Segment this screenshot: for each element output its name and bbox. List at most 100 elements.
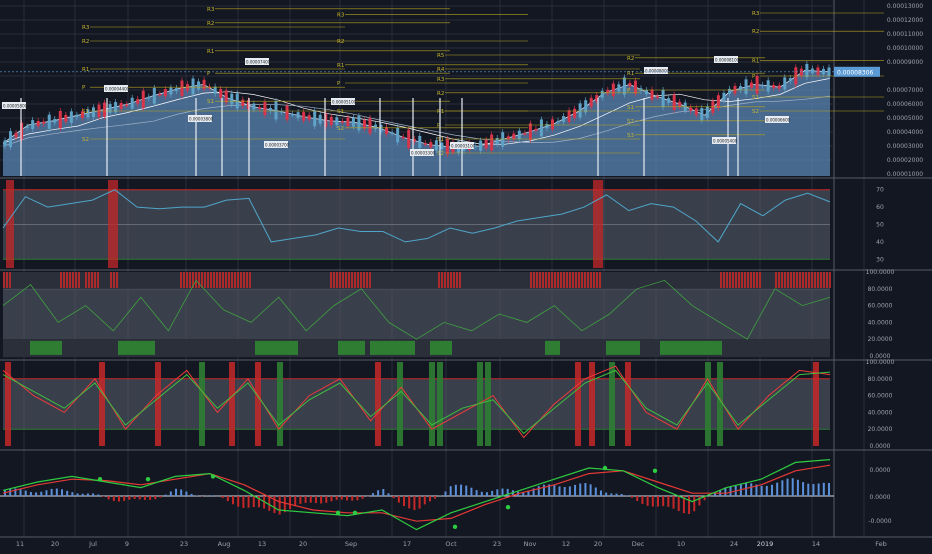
candle-body[interactable] [147, 97, 150, 99]
candle-body[interactable] [584, 100, 587, 112]
candle-body[interactable] [700, 108, 703, 120]
candle-body[interactable] [485, 140, 488, 148]
candle-body[interactable] [656, 96, 659, 98]
candle-body[interactable] [357, 116, 360, 130]
candle-body[interactable] [269, 108, 272, 111]
oscillator-1-panel[interactable] [3, 272, 831, 357]
candle-body[interactable] [109, 104, 112, 113]
rsi-panel[interactable] [3, 180, 830, 268]
candle-body[interactable] [330, 117, 333, 125]
candle-body[interactable] [418, 136, 421, 148]
candle-body[interactable] [540, 119, 543, 136]
candle-body[interactable] [557, 121, 560, 123]
trading-chart-window[interactable]: R3R2R1PS1S2R3R2R1PS1R3R2R1PS1S2R5R4R3R2R… [0, 0, 932, 550]
candle-body[interactable] [706, 106, 709, 118]
candle-body[interactable] [717, 95, 720, 108]
candle-body[interactable] [241, 100, 244, 106]
candle-body[interactable] [479, 141, 482, 151]
candle-body[interactable] [75, 115, 78, 117]
candle-body[interactable] [761, 85, 764, 87]
candle-body[interactable] [402, 137, 405, 139]
candle-body[interactable] [368, 118, 371, 133]
candle-body[interactable] [811, 69, 814, 74]
candle-body[interactable] [219, 89, 222, 98]
candle-body[interactable] [601, 91, 604, 98]
candle-body[interactable] [164, 89, 167, 96]
candle-body[interactable] [308, 115, 311, 120]
multi-panel-chart[interactable]: R3R2R1PS1S2R3R2R1PS1R3R2R1PS1S2R5R4R3R2R… [0, 0, 932, 550]
candle-body[interactable] [225, 90, 228, 102]
candle-body[interactable] [573, 109, 576, 118]
candle-body[interactable] [772, 85, 775, 88]
candle-body[interactable] [512, 134, 515, 139]
candle-body[interactable] [396, 127, 399, 142]
candle-body[interactable] [634, 81, 637, 94]
candle-body[interactable] [728, 89, 731, 94]
candle-body[interactable] [42, 122, 45, 124]
candle-body[interactable] [722, 93, 725, 100]
candle-body[interactable] [31, 120, 34, 129]
candle-body[interactable] [678, 102, 681, 107]
candle-body[interactable] [297, 112, 300, 118]
candle-body[interactable] [53, 119, 56, 123]
candle-body[interactable] [346, 118, 349, 126]
candle-body[interactable] [59, 111, 62, 128]
candle-body[interactable] [756, 76, 759, 94]
candle-body[interactable] [192, 78, 195, 94]
candle-body[interactable] [319, 115, 322, 124]
candle-body[interactable] [551, 119, 554, 129]
candle-body[interactable] [363, 120, 366, 129]
candle-body[interactable] [313, 110, 316, 126]
candle-body[interactable] [175, 88, 178, 91]
candle-body[interactable] [203, 80, 206, 89]
candle-body[interactable] [778, 85, 781, 88]
candle-body[interactable] [689, 107, 692, 110]
candle-body[interactable] [391, 132, 394, 134]
candle-body[interactable] [26, 126, 29, 128]
candle-body[interactable] [490, 134, 493, 150]
candle-body[interactable] [214, 87, 217, 94]
candle-body[interactable] [158, 94, 161, 96]
candle-body[interactable] [822, 69, 825, 74]
candle-body[interactable] [385, 127, 388, 134]
candle-body[interactable] [545, 124, 548, 128]
candle-body[interactable] [628, 83, 631, 86]
candle-body[interactable] [15, 133, 18, 137]
candle-body[interactable] [286, 106, 289, 120]
candle-body[interactable] [590, 98, 593, 107]
candle-body[interactable] [662, 90, 665, 107]
candle-body[interactable] [673, 95, 676, 110]
candle-body[interactable] [136, 99, 139, 104]
candle-body[interactable] [302, 112, 305, 121]
candle-body[interactable] [639, 88, 642, 91]
candle-body[interactable] [446, 139, 449, 154]
candle-body[interactable] [48, 115, 51, 129]
candle-body[interactable] [142, 91, 145, 108]
candle-body[interactable] [745, 79, 748, 94]
candle-body[interactable] [230, 94, 233, 105]
candle-body[interactable] [617, 84, 620, 91]
candle-body[interactable] [645, 90, 648, 94]
candle-body[interactable] [501, 132, 504, 147]
candle-body[interactable] [291, 114, 294, 116]
candle-body[interactable] [739, 86, 742, 90]
candle-body[interactable] [579, 103, 582, 117]
candle-body[interactable] [92, 107, 95, 117]
candle-body[interactable] [197, 81, 200, 89]
candle-body[interactable] [374, 125, 377, 129]
candle-body[interactable] [9, 131, 12, 147]
candle-body[interactable] [568, 110, 571, 122]
candle-body[interactable] [529, 123, 532, 139]
candle-body[interactable] [429, 142, 432, 147]
candle-body[interactable] [800, 69, 803, 76]
candle-body[interactable] [4, 140, 7, 146]
candle-body[interactable] [407, 130, 410, 148]
candle-body[interactable] [103, 103, 106, 117]
candle-body[interactable] [341, 121, 344, 123]
candle-body[interactable] [783, 77, 786, 89]
candle-body[interactable] [263, 102, 266, 115]
candle-body[interactable] [767, 80, 770, 91]
candle-body[interactable] [623, 77, 626, 94]
candle-body[interactable] [120, 103, 123, 109]
candle-body[interactable] [180, 81, 183, 96]
